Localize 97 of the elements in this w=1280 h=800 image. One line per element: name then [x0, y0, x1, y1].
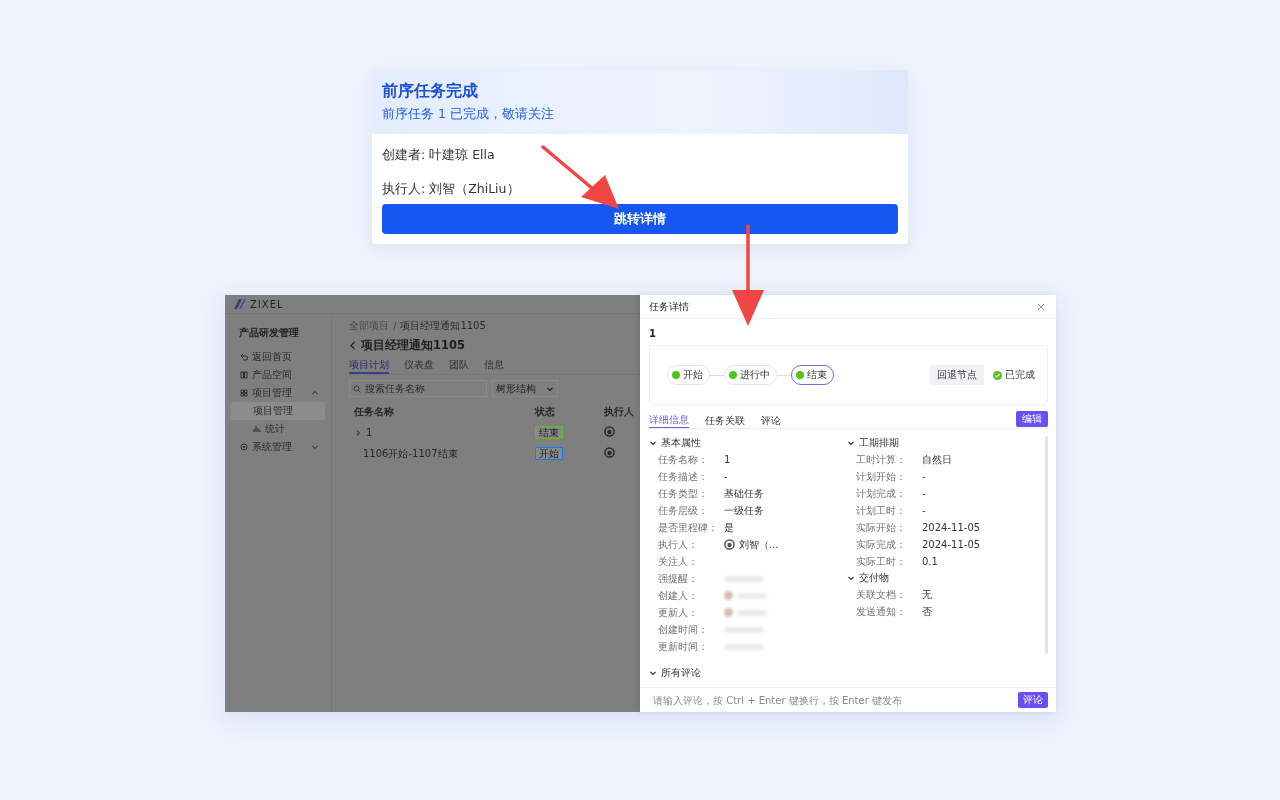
- field-value: 基础任务: [724, 486, 764, 501]
- tab[interactable]: 评论: [761, 414, 781, 428]
- back-icon: [349, 340, 357, 350]
- chevron-down-icon: [649, 669, 657, 677]
- tab[interactable]: 团队: [449, 357, 469, 374]
- tab[interactable]: 详细信息: [649, 413, 689, 428]
- field-label: 关联文档：: [856, 587, 907, 602]
- field-value: 刘智（...: [739, 537, 779, 552]
- field-value: -: [922, 471, 926, 482]
- info-line: 创建者: 叶建琼 Ella: [382, 146, 496, 163]
- sidebar-title: 产品研发管理: [239, 326, 300, 340]
- field-label: 工时计算：: [856, 452, 907, 467]
- breadcrumb-separator: /: [393, 320, 397, 332]
- info-line: 执行人: 刘智（ZhiLiu）: [382, 180, 521, 197]
- logo-icon: [234, 299, 246, 309]
- task-name: 1106开始-1107结束: [363, 446, 458, 461]
- status-tag: 结束: [535, 425, 564, 439]
- field-value: 自然日: [922, 452, 952, 467]
- section-title: 基本属性: [661, 436, 701, 450]
- avatar-icon: [724, 539, 735, 550]
- task-name: 1: [649, 327, 657, 341]
- view-select[interactable]: 树形结构: [492, 380, 558, 397]
- field-label: 计划完成：: [856, 486, 907, 501]
- field-value: 2024-11-05: [922, 539, 981, 550]
- close-icon[interactable]: [1037, 302, 1045, 311]
- rollback-button[interactable]: 回退节点: [930, 365, 984, 385]
- search-field[interactable]: 搜索任务名称: [349, 380, 487, 397]
- field-value: 否: [922, 604, 932, 619]
- status-tag: 开始: [535, 446, 564, 460]
- field-value: -: [922, 488, 926, 499]
- section-title: 交付物: [859, 571, 889, 585]
- field-label: 任务名称：: [658, 452, 709, 467]
- field-label: 发送通知：: [856, 604, 907, 619]
- field-label: 更新时间：: [658, 639, 709, 654]
- chevron-down-icon: [847, 439, 855, 447]
- field-value: 0.1: [922, 556, 938, 567]
- return-icon: [240, 353, 248, 361]
- field-label: 任务描述：: [658, 469, 709, 484]
- chevron-down-icon: [649, 439, 657, 447]
- field-label: 是否里程碑：: [658, 520, 719, 535]
- tab[interactable]: 信息: [484, 357, 504, 374]
- status-text: 已完成: [1005, 368, 1035, 382]
- field-value: -: [922, 505, 926, 516]
- tab[interactable]: 项目计划: [349, 357, 389, 374]
- detail-button[interactable]: 跳转详情: [382, 204, 898, 234]
- field-label: 计划工时：: [856, 503, 907, 518]
- search-icon: [353, 385, 361, 393]
- field-value: 1: [724, 454, 731, 465]
- columns-icon: [240, 371, 248, 379]
- tab[interactable]: 任务关联: [705, 414, 745, 428]
- connector-line: [710, 374, 724, 376]
- field-label: 任务类型：: [658, 486, 709, 501]
- section-title: 所有评论: [661, 666, 701, 680]
- field-label: 执行人：: [658, 537, 699, 552]
- field-label: 任务层级：: [658, 503, 709, 518]
- sidebar-item[interactable]: 系统管理: [231, 438, 325, 456]
- column-header: 状态: [535, 405, 557, 419]
- sidebar-item[interactable]: 统计: [231, 420, 325, 438]
- bar-chart-icon: [253, 425, 261, 433]
- tab[interactable]: 仪表盘: [404, 357, 434, 374]
- sidebar-item[interactable]: 项目管理: [231, 384, 325, 402]
- avatar-icon: [604, 426, 616, 437]
- field-label: 关注人：: [658, 554, 699, 569]
- breadcrumb-item: 项目经理通知1105: [400, 319, 486, 333]
- column-header: 任务名称: [353, 405, 395, 419]
- field-label: 计划开始：: [856, 469, 907, 484]
- field-label: 实际完成：: [856, 537, 907, 552]
- logo-text: ZIXEL: [250, 298, 284, 310]
- sidebar-item[interactable]: 产品空间: [231, 366, 325, 384]
- comment-button[interactable]: 评论: [1018, 692, 1048, 708]
- field-value: 2024-11-05: [922, 522, 981, 533]
- chevron-down-icon: [847, 574, 855, 582]
- field-label: 创建时间：: [658, 622, 709, 637]
- field-label: 强提醒：: [658, 571, 699, 586]
- field-value: 无: [922, 587, 932, 602]
- avatar-icon: [604, 447, 616, 458]
- field-label: 实际工时：: [856, 554, 907, 569]
- notification-title: 前序任务完成: [382, 81, 479, 101]
- field-label: 创建人：: [658, 588, 699, 603]
- check-icon: [993, 370, 1002, 380]
- edit-button[interactable]: 编辑: [1016, 410, 1048, 427]
- grid-icon: [240, 389, 248, 397]
- connector-line: [777, 374, 791, 376]
- section-title: 工期排期: [859, 436, 899, 450]
- panel-title: 任务详情: [649, 299, 689, 314]
- page-title: 项目经理通知1105: [361, 337, 465, 353]
- sidebar-item[interactable]: 返回首页: [231, 348, 325, 366]
- notification-subtitle: 前序任务 1 已完成，敬请关注: [382, 106, 555, 122]
- column-header: 执行人: [604, 405, 636, 419]
- field-value: 是: [724, 520, 734, 535]
- sidebar-item[interactable]: 项目管理: [231, 402, 325, 420]
- gear-icon: [240, 443, 248, 451]
- field-value: -: [724, 471, 728, 482]
- field-label: 实际开始：: [856, 520, 907, 535]
- field-value: 一级任务: [724, 503, 764, 518]
- field-label: 更新人：: [658, 605, 699, 620]
- task-name: 1: [366, 427, 373, 438]
